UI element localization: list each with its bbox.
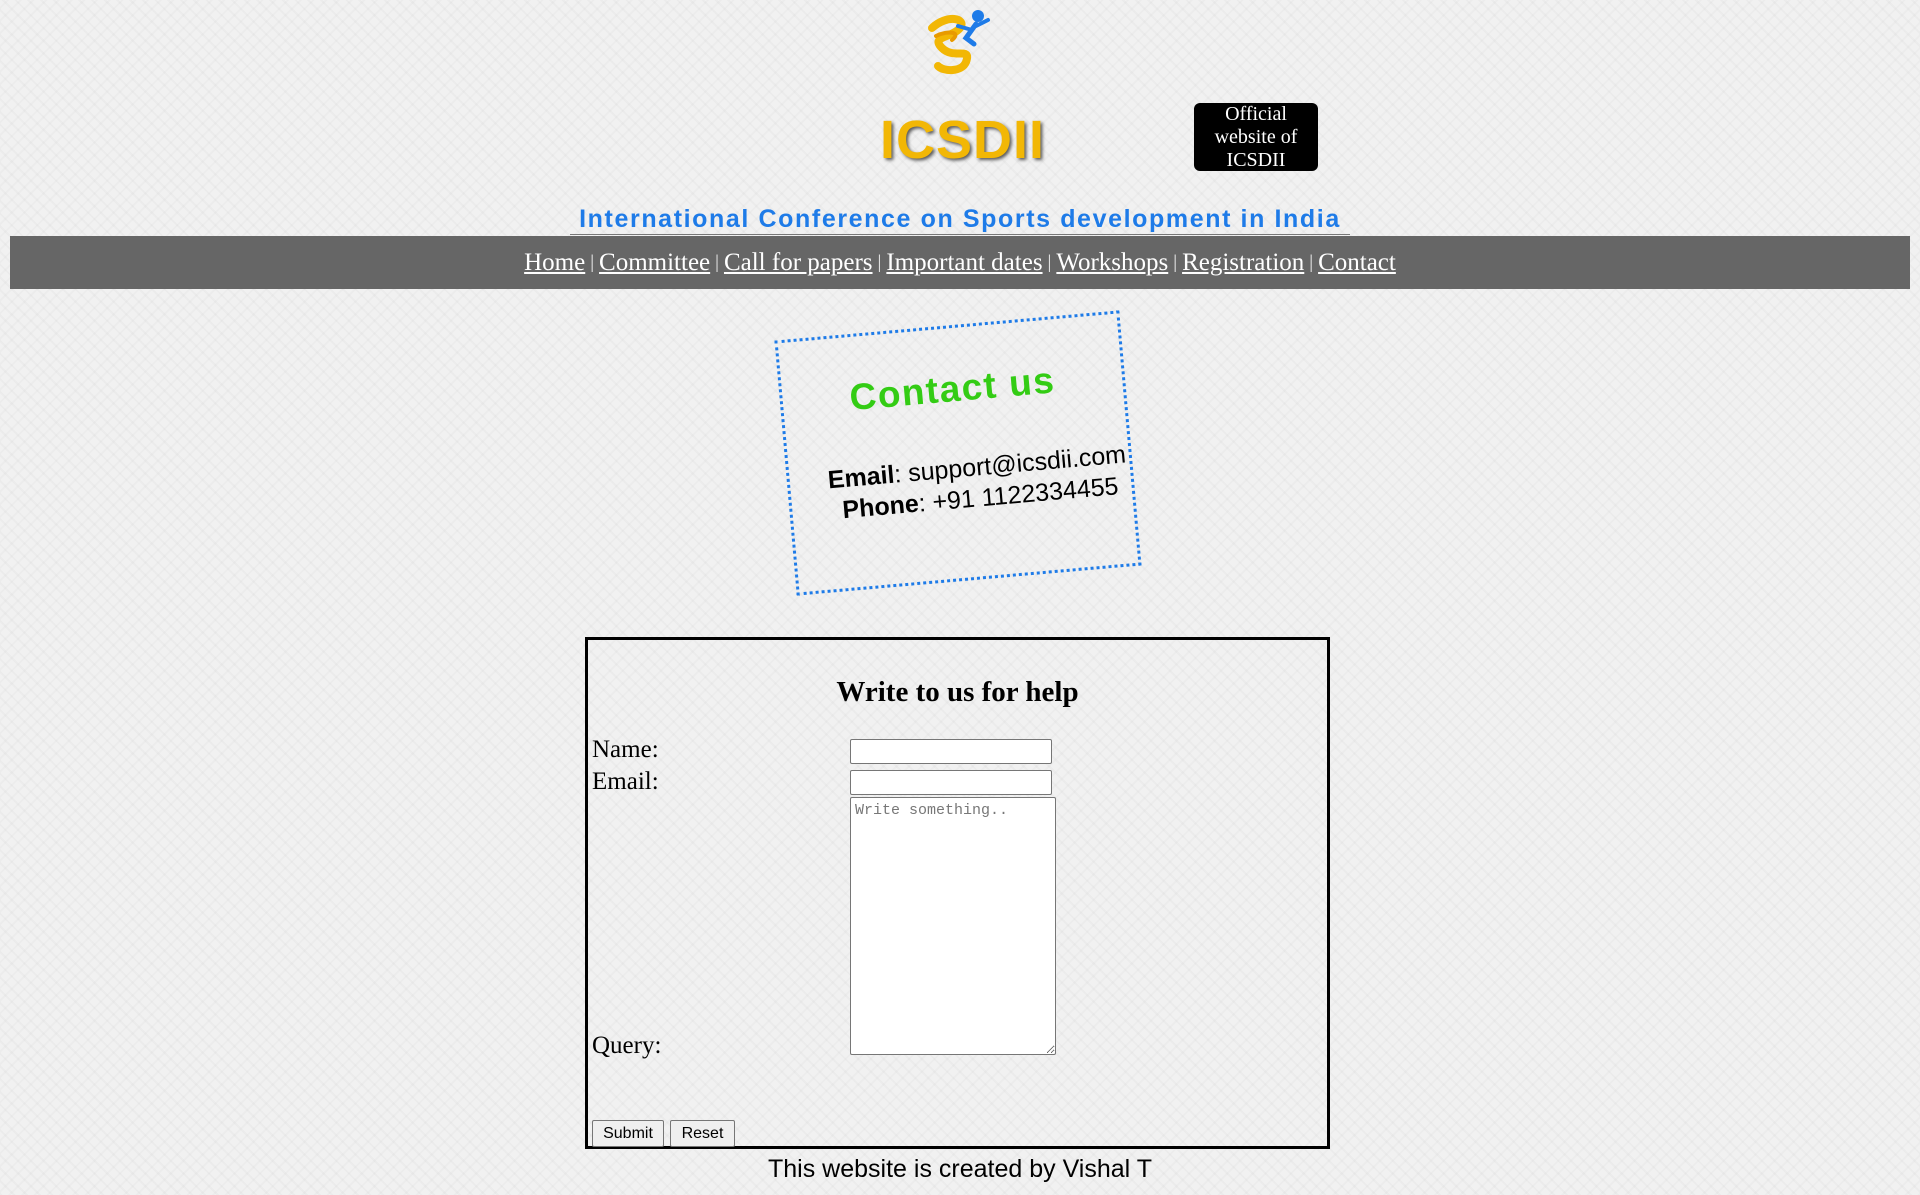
official-badge-text: Official website of ICSDII — [1214, 102, 1298, 171]
query-label: Query: — [592, 1032, 662, 1059]
submit-button[interactable]: Submit — [592, 1120, 664, 1147]
name-label: Name: — [592, 736, 659, 763]
nav-link-workshops[interactable]: Workshops — [1056, 249, 1168, 277]
nav-separator: | — [1309, 251, 1314, 273]
nav-link-registration[interactable]: Registration — [1182, 249, 1304, 277]
nav-separator: | — [1173, 251, 1178, 273]
nav-separator: | — [1047, 251, 1052, 273]
footer-credit: This website is created by Vishal T — [768, 1155, 1152, 1183]
nav-separator: | — [590, 251, 595, 273]
nav-separator: | — [715, 251, 719, 273]
reset-button[interactable]: Reset — [670, 1120, 735, 1147]
nav-link-home[interactable]: Home — [524, 249, 585, 277]
email-label: Email — [826, 460, 896, 495]
form-heading: Write to us for help — [836, 676, 1079, 708]
nav-link-call-for-papers[interactable]: Call for papers — [724, 249, 873, 277]
nav-link-important-dates[interactable]: Important dates — [886, 249, 1042, 277]
nav-link-contact[interactable]: Contact — [1318, 249, 1396, 277]
official-website-badge: Official website of ICSDII — [1194, 103, 1318, 171]
nav-link-committee[interactable]: Committee — [599, 249, 710, 277]
nav-separator: | — [877, 251, 882, 273]
phone-label: Phone — [841, 489, 920, 525]
conference-subtitle: International Conference on Sports devel… — [570, 204, 1350, 235]
name-field[interactable] — [850, 739, 1052, 764]
email-field[interactable] — [850, 770, 1052, 795]
main-navigation: Home | Committee | Call for papers | Imp… — [10, 236, 1910, 289]
email-label: Email: — [592, 768, 659, 795]
sports-runner-logo-icon — [928, 10, 990, 75]
site-title: ICSDII — [880, 110, 1046, 170]
help-form: Write to us for help Name: Email: Query:… — [585, 637, 1330, 1149]
contact-card: Contact us Email: support@icsdii.com Pho… — [774, 310, 1142, 596]
query-textarea[interactable] — [850, 797, 1056, 1055]
contact-title: Contact us — [847, 359, 1057, 419]
